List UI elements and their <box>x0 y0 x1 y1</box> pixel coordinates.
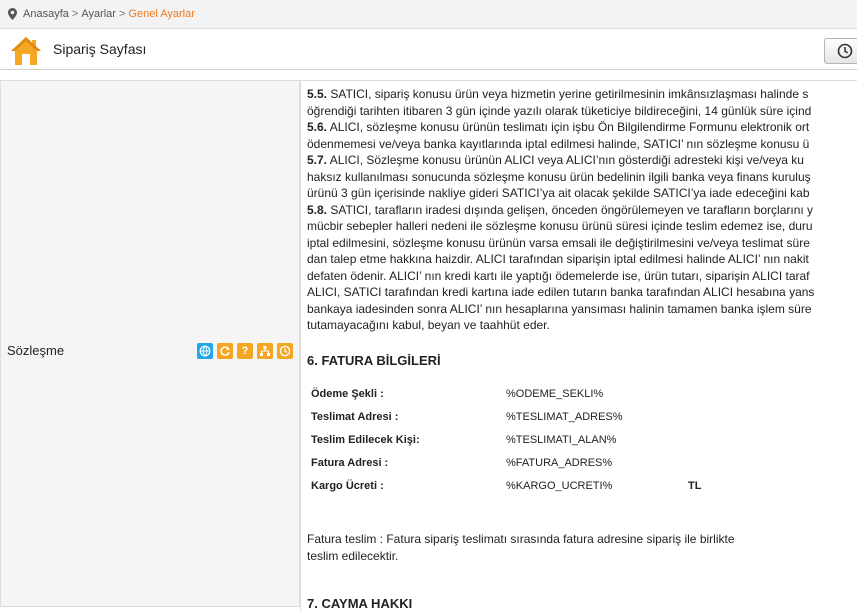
contract-line: 5.6. ALICI, sözleşme konusu ürünün tesli… <box>307 120 810 134</box>
contract-line: iptal edilmesini, sözleşme konusu ürünün… <box>307 235 810 250</box>
contract-text: 5.5. SATICI, sipariş konusu ürün veya hi… <box>307 86 857 334</box>
contract-line: ALICI, SATICI tarafından kredi kartına i… <box>307 285 815 299</box>
breadcrumb-home-link[interactable]: Anasayfa <box>23 8 69 20</box>
home-icon <box>11 37 41 65</box>
invoice-value: %TESLIMAT_ADRES% <box>506 411 623 423</box>
page-header: Sipariş Sayfası <box>0 30 857 70</box>
invoice-label: Ödeme Şekli : <box>311 388 384 400</box>
contract-line: öğrendiği tarihten itibaren 3 gün içinde… <box>307 103 812 118</box>
history-button[interactable] <box>824 38 857 64</box>
contract-line: mücbir sebepler halleri nedeni ile sözle… <box>307 219 813 233</box>
contract-editor[interactable]: 5.5. SATICI, sipariş konusu ürün veya hi… <box>300 80 857 611</box>
page-title: Sipariş Sayfası <box>53 41 147 57</box>
contract-line: 5.5. SATICI, sipariş konusu ürün veya hi… <box>307 87 809 101</box>
contract-line: dan talep etme hakkına haizdir. ALICI ta… <box>307 252 809 266</box>
breadcrumb: Anasayfa > Ayarlar > Genel Ayarlar <box>8 8 195 20</box>
invoice-currency: TL <box>688 480 702 492</box>
breadcrumb-bar: Anasayfa > Ayarlar > Genel Ayarlar <box>0 0 857 29</box>
invoice-value: %FATURA_ADRES% <box>506 457 613 469</box>
refresh-icon[interactable] <box>217 343 233 359</box>
invoice-value: %KARGO_UCRETI% <box>506 480 613 492</box>
clock-icon <box>837 43 853 59</box>
contract-line: defaten ödenir. ALICI’ nın kredi kartı i… <box>307 268 810 283</box>
contract-line: haksız kullanılması sonucunda sözleşme k… <box>307 169 811 184</box>
contract-line: 5.7. ALICI, Sözleşme konusu ürünün ALICI… <box>307 153 804 167</box>
contract-line: tutamayacağını kabul, beyan ve taahhüt e… <box>307 318 550 332</box>
contract-line: 5.8. SATICI, tarafların iradesi dışında … <box>307 202 814 217</box>
contract-line: ödenmemesi ve/veya banka kayıtlarında ip… <box>307 136 810 151</box>
invoice-label: Fatura Adresi : <box>311 457 389 469</box>
invoice-note-line: teslim edilecektir. <box>307 548 399 563</box>
help-icon[interactable]: ? <box>237 343 253 359</box>
breadcrumb-settings-link[interactable]: Ayarlar <box>81 8 116 20</box>
invoice-note: Fatura teslim : Fatura sipariş teslimatı… <box>307 531 807 564</box>
contract-line: ürünü 3 gün içerisinde nakliye gideri SA… <box>307 186 810 200</box>
invoice-label: Teslimat Adresi : <box>311 411 399 423</box>
invoice-value: %TESLIMATI_ALAN% <box>506 434 617 446</box>
invoice-label: Kargo Ücreti : <box>311 480 384 492</box>
field-label: Sözleşme <box>7 343 65 358</box>
breadcrumb-current: Genel Ayarlar <box>128 8 195 20</box>
breadcrumb-separator: > <box>118 8 126 20</box>
breadcrumb-separator: > <box>71 8 79 20</box>
invoice-value: %ODEME_SEKLI% <box>506 388 604 400</box>
field-tools: ? <box>197 343 293 359</box>
clock-icon[interactable] <box>277 343 293 359</box>
tree-icon[interactable] <box>257 343 273 359</box>
invoice-note-line: Fatura teslim : Fatura sipariş teslimatı… <box>307 532 735 546</box>
globe-icon[interactable] <box>197 343 213 359</box>
form-row: Sözleşme ? 5.5. SATICI, sipariş konusu ü… <box>0 80 857 611</box>
field-label-cell: Sözleşme ? <box>0 80 300 607</box>
contract-line: bankaya iadesinden sonra ALICI’ nın hesa… <box>307 301 812 316</box>
location-pin-icon <box>8 8 17 20</box>
section-6-title: 6. FATURA BİLGİLERİ <box>307 353 441 368</box>
section-7-title: 7. CAYMA HAKKI <box>307 596 413 611</box>
invoice-label: Teslim Edilecek Kişi: <box>311 434 420 446</box>
